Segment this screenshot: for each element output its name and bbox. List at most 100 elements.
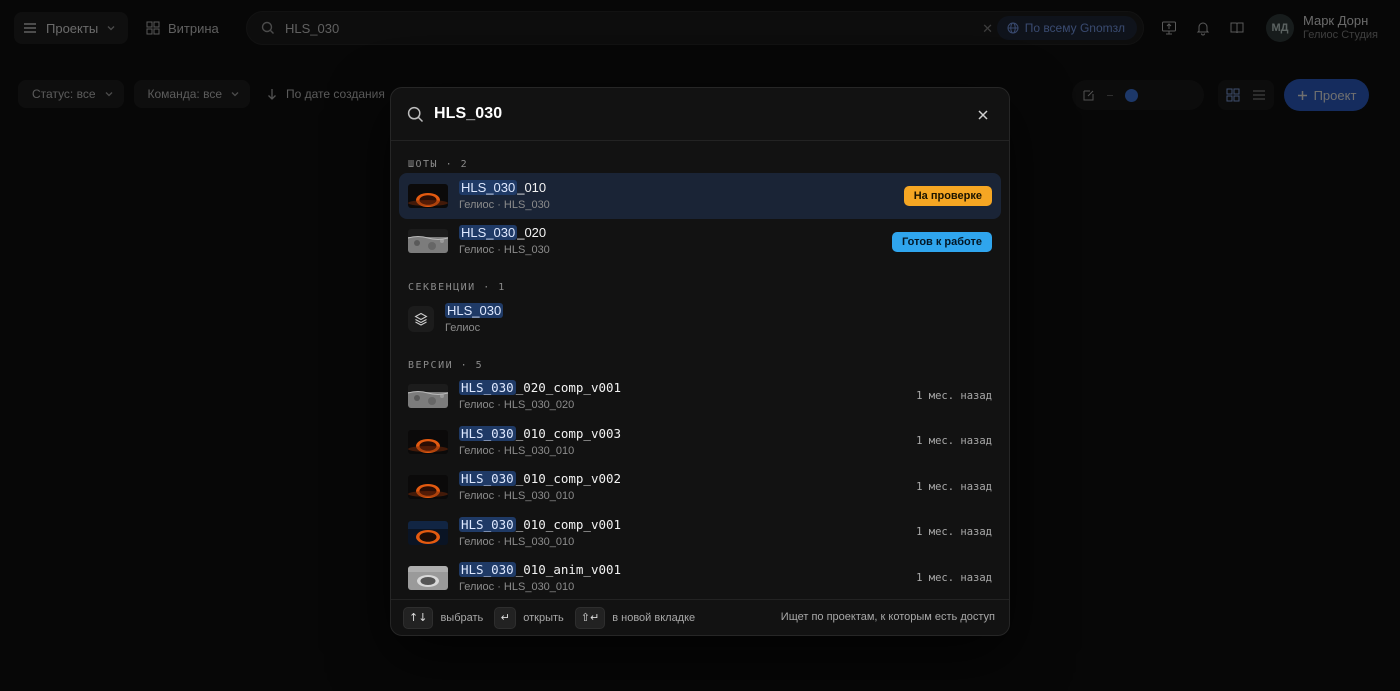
thumbnail-eclipse [408,475,448,500]
top-bar-actions [1158,14,1248,42]
projects-menu-button[interactable]: Проекты [14,12,129,44]
search-scope-label: По всему Gnomзл [1024,21,1125,35]
match-highlight: HLS_030 [459,471,516,487]
menu-icon [24,23,36,33]
section-title-sequences: СЕКВЕНЦИИ · 1 [408,282,506,293]
chevron-down-icon [105,92,112,97]
slider-knob[interactable] [1125,88,1138,102]
book-icon[interactable] [1226,14,1248,42]
result-path: Гелиос · HLS_030_010 [459,490,575,503]
keyboard-hint-arrows: ↑↓ [403,606,434,629]
match-highlight: HLS_030 [459,380,516,396]
thumbnail-moon [408,229,448,254]
new-project-button[interactable]: Проект [1284,79,1369,111]
result-path: Гелиос [445,321,481,334]
search-scope-button[interactable]: По всему Gnomзл [996,16,1137,40]
chevron-down-icon [107,26,115,31]
status-badge: На проверке [903,186,992,206]
result-version-row[interactable]: HLS_030 _010_comp_v001 Гелиос · HLS_030_0… [399,510,1001,556]
view-tools [1072,80,1274,110]
modal-footer: ↑↓ выбрать ↵ открыть ⇧↵ в новой вкладке … [391,599,1009,635]
layers-icon [408,305,434,332]
hint-new-tab: в новой вкладке [612,611,696,624]
showcase-label: Витрина [168,20,219,36]
result-name-rest: _010_anim_v001 [515,562,622,578]
result-time: 1 мес. назад [916,571,992,584]
result-version-row[interactable]: HLS_030 _020_comp_v001 Гелиос · HLS_030_0… [399,374,1001,420]
thumbnail-grey [408,566,448,591]
monitor-upload-icon[interactable] [1158,14,1180,42]
user-menu[interactable]: МД Марк Дорн Гелиос Студия [1266,13,1378,42]
result-name-rest: _010 [517,179,547,195]
filters-bar: Статус: все Команда: все По дате создани… [18,80,395,108]
result-name-rest: _010_comp_v001 [515,516,622,532]
thumbnail-eclipse-blue [408,520,448,545]
result-version-row[interactable]: HLS_030 _010_comp_v003 Гелиос · HLS_030_0… [399,419,1001,465]
result-name-rest: _020 [517,225,547,241]
search-results: ШОТЫ · 2 HLS_030 _010 Гелиос · HLS_030 На… [391,141,1009,601]
global-search-value: HLS_030 [285,20,340,36]
result-name-rest: _020_comp_v001 [515,380,622,396]
search-scope-note: Ищет по проектам, к которым есть доступ [780,611,995,623]
result-path: Гелиос · HLS_030_010 [459,581,575,594]
team-filter-label: Команда: все [147,87,222,101]
match-highlight: HLS_030 [459,516,516,532]
search-icon [407,106,424,122]
result-version-row[interactable]: HLS_030 _010_anim_v001 Гелиос · HLS_030_0… [399,556,1001,602]
new-project-label: Проект [1313,87,1357,103]
globe-icon [1007,22,1019,34]
section-title-versions: ВЕРСИИ · 5 [408,359,484,371]
list-view-icon[interactable] [1252,88,1266,102]
modal-search-input[interactable]: HLS_030 [434,105,502,123]
arrow-down-icon [268,89,276,100]
section-title-shots: ШОТЫ · 2 [408,159,469,170]
showcase-link[interactable]: Витрина [146,12,219,44]
hint-select: выбрать [440,611,484,624]
sort-label: По дате создания [286,87,385,101]
result-version-row[interactable]: HLS_030 _010_comp_v002 Гелиос · HLS_030_0… [399,465,1001,511]
bell-icon[interactable] [1192,14,1214,42]
result-time: 1 мес. назад [916,480,992,493]
thumbnail-moon [408,384,448,409]
result-shot-row[interactable]: HLS_030 _020 Гелиос · HLS_030 Готов к раб… [399,219,1001,265]
clear-search-icon[interactable]: ✕ [982,21,993,37]
result-path: Гелиос · HLS_030 [459,198,550,211]
user-org: Гелиос Студия [1303,29,1378,41]
keyboard-hint-enter: ↵ [494,606,517,629]
status-filter-label: Статус: все [32,87,96,101]
status-badge: Готов к работе [891,231,992,252]
result-time: 1 мес. назад [916,389,992,402]
hint-open: открыть [523,611,564,624]
result-path: Гелиос · HLS_030_010 [459,444,575,457]
match-highlight: HLS_030 [459,179,518,195]
global-search-input[interactable]: HLS_030 ✕ По всему Gnomзл [246,11,1144,45]
result-time: 1 мес. назад [916,526,992,538]
grid-icon [146,21,160,35]
close-modal-button[interactable] [971,103,995,127]
projects-label: Проекты [46,20,99,36]
user-name: Марк Дорн [1303,13,1369,28]
top-bar: Проекты Витрина HLS_030 ✕ По всему Gnomз… [0,0,1400,56]
result-path: Гелиос · HLS_030_010 [459,535,575,548]
sort-button[interactable]: По дате создания [260,80,395,108]
result-shot-row[interactable]: HLS_030 _010 Гелиос · HLS_030 На проверке [399,173,1001,219]
plus-icon [1297,90,1307,100]
thumbnail-eclipse [408,183,448,208]
result-path: Гелиос · HLS_030_020 [459,399,575,412]
keyboard-hint-shift-enter: ⇧↵ [574,606,606,629]
team-filter[interactable]: Команда: все [133,80,250,108]
status-filter[interactable]: Статус: все [18,80,124,108]
result-sequence-row[interactable]: HLS_030 Гелиос [399,296,1001,342]
match-highlight: HLS_030 [459,225,518,241]
search-modal: HLS_030 ШОТЫ · 2 HLS_030 _010 Гелиос · HL… [390,87,1010,636]
result-name-rest: _010_comp_v003 [515,425,622,441]
match-highlight: HLS_030 [459,425,516,441]
edit-icon [1083,90,1094,100]
view-mode-switch [1218,80,1274,110]
thumbnail-size-control[interactable] [1072,80,1204,110]
match-highlight: HLS_030 [459,562,516,578]
chevron-down-icon [231,92,239,97]
avatar: МД [1266,13,1294,42]
slider-dash [1107,94,1113,96]
grid-view-icon[interactable] [1226,88,1240,102]
